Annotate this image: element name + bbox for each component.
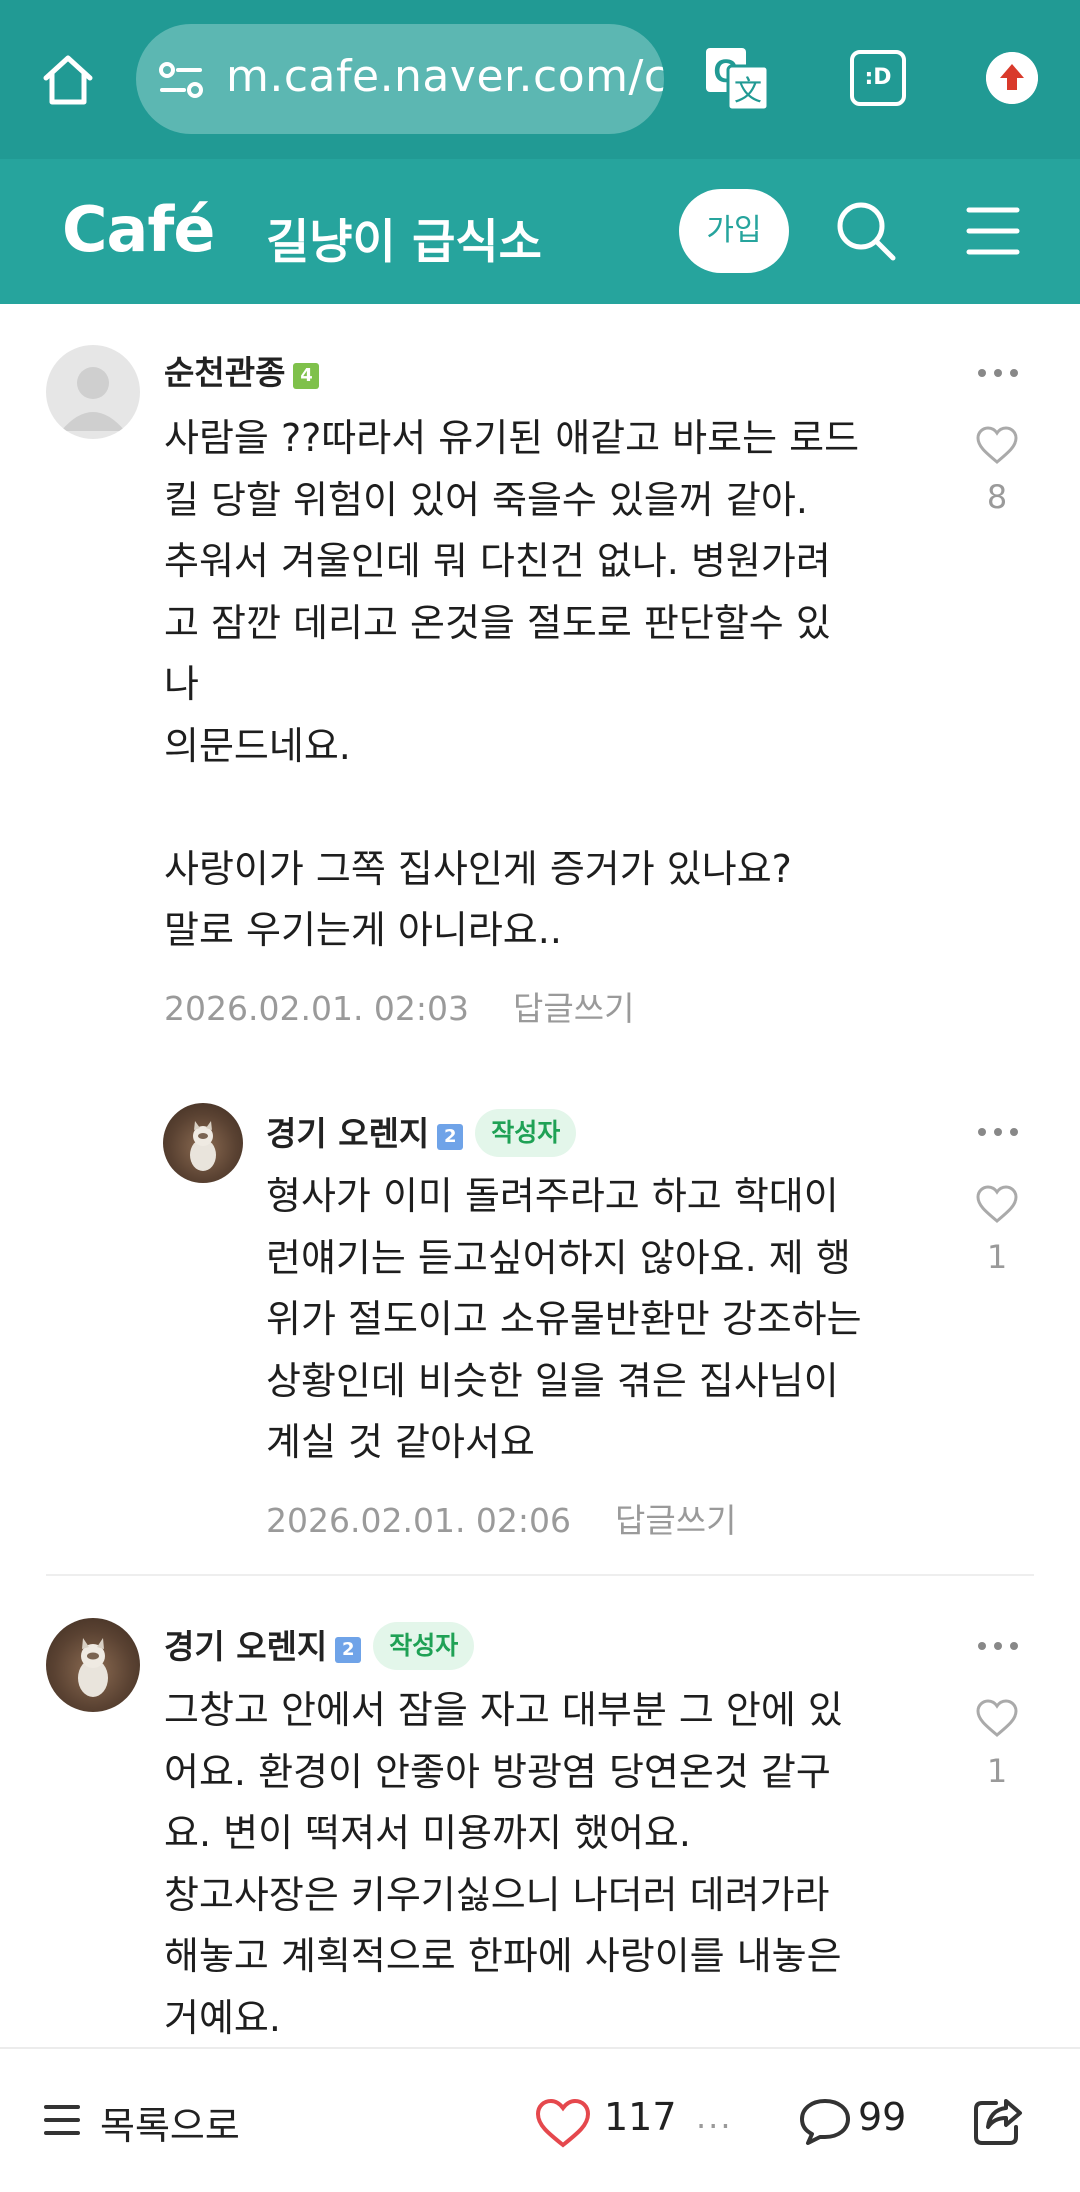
translate-icon[interactable]: G 文 bbox=[702, 44, 772, 114]
comment-line: 고 잠깐 데리고 온것을 절도로 판단할수 있 bbox=[164, 600, 831, 645]
timestamp: 2026.02.01. 02:03 bbox=[164, 989, 470, 1028]
comment-line: 해놓고 계획적으로 한파에 사랑이를 내놓은 bbox=[164, 1934, 842, 1978]
cat-avatar-image bbox=[190, 1121, 216, 1171]
author-name[interactable]: 경기 오렌지 bbox=[164, 1627, 327, 1666]
comment-total: 99 bbox=[858, 2095, 907, 2139]
reply-button[interactable]: 답글쓰기 bbox=[615, 1501, 736, 1540]
comment-line bbox=[164, 777, 824, 839]
like-count: 1 bbox=[986, 1238, 1008, 1276]
avatar[interactable] bbox=[46, 345, 140, 439]
site-settings-icon[interactable] bbox=[158, 60, 204, 100]
like-total: 117 bbox=[604, 2095, 677, 2139]
list-icon[interactable] bbox=[44, 2103, 80, 2137]
comment-author[interactable]: 경기 오렌지 2 작성자 bbox=[164, 1620, 475, 1670]
writer-badge: 작성자 bbox=[373, 1622, 475, 1670]
comment-line: 거예요. bbox=[164, 1995, 281, 2040]
author-name[interactable]: 경기 오렌지 bbox=[266, 1114, 429, 1153]
like-count: 1 bbox=[986, 1752, 1008, 1790]
cafe-name[interactable]: 길냥이 급식소 bbox=[266, 203, 542, 272]
more-dots-icon[interactable]: ··· bbox=[696, 2107, 733, 2145]
comment-line: 말로 우기는게 아니라요.. bbox=[164, 908, 562, 952]
comment-line: 나 bbox=[164, 662, 199, 706]
tab-switcher-button[interactable]: :D bbox=[850, 50, 906, 106]
cafe-logo[interactable]: Café bbox=[62, 193, 215, 266]
update-icon[interactable] bbox=[986, 52, 1038, 104]
address-bar[interactable]: m.cafe.naver.com/c bbox=[136, 24, 664, 134]
comment-meta: 2026.02.01. 02:03 답글쓰기 bbox=[164, 982, 634, 1030]
comment-line: 요. 변이 떡져서 미용까지 했어요. bbox=[164, 1811, 691, 1855]
more-options-icon[interactable] bbox=[976, 1125, 1020, 1139]
heart-icon[interactable] bbox=[975, 1698, 1019, 1738]
writer-badge: 작성자 bbox=[475, 1109, 577, 1157]
join-button[interactable]: 가입 bbox=[679, 189, 789, 273]
comment-line: 사랑이가 그쪽 집사인게 증거가 있나요? bbox=[164, 846, 792, 891]
home-icon[interactable] bbox=[38, 50, 98, 110]
comment-line: 추워서 겨울인데 뭐 다친건 없나. 병원가려 bbox=[164, 539, 831, 583]
comment-bubble-icon[interactable] bbox=[798, 2097, 852, 2147]
level-badge: 4 bbox=[293, 363, 320, 389]
comment-line: 그창고 안에서 잠을 자고 대부분 그 안에 있 bbox=[164, 1688, 843, 1732]
comment-meta: 2026.02.01. 02:06 답글쓰기 bbox=[266, 1494, 736, 1542]
heart-icon[interactable] bbox=[975, 1184, 1019, 1224]
comment-body: 사람을 ??따라서 유기된 애같고 바로는 로드 킬 당할 위험이 있어 죽을수… bbox=[164, 408, 860, 962]
avatar[interactable] bbox=[46, 1618, 140, 1712]
comment-divider bbox=[46, 1574, 1034, 1576]
menu-icon[interactable] bbox=[966, 205, 1020, 257]
share-icon[interactable] bbox=[970, 2093, 1026, 2149]
author-name[interactable]: 순천관종 bbox=[164, 353, 285, 392]
comment-author[interactable]: 순천관종 4 bbox=[164, 346, 320, 394]
more-options-icon[interactable] bbox=[976, 366, 1020, 380]
comment-line: 창고사장은 키우기싫으니 나더러 데려가라 bbox=[164, 1872, 830, 1917]
like-count: 8 bbox=[986, 478, 1008, 516]
url-text[interactable]: m.cafe.naver.com/c bbox=[226, 51, 664, 102]
comment-line: 런얘기는 듣고싶어하지 않아요. 제 행 bbox=[266, 1235, 851, 1280]
level-badge: 2 bbox=[335, 1637, 362, 1663]
comment-line: 상황인데 비슷한 일을 겪은 집사님이 bbox=[266, 1358, 839, 1403]
comment-line: 형사가 이미 돌려주라고 하고 학대이 bbox=[266, 1174, 839, 1218]
comment-body: 그창고 안에서 잠을 자고 대부분 그 안에 있 어요. 환경이 안좋아 방광염… bbox=[164, 1680, 843, 2049]
avatar[interactable] bbox=[163, 1103, 243, 1183]
comment-body: 형사가 이미 돌려주라고 하고 학대이 런얘기는 듣고싶어하지 않아요. 제 행… bbox=[266, 1166, 926, 1474]
heart-icon[interactable] bbox=[975, 425, 1019, 465]
default-avatar-icon bbox=[61, 367, 125, 431]
more-options-icon[interactable] bbox=[976, 1639, 1020, 1653]
svg-text:文: 文 bbox=[734, 74, 762, 107]
comment-line: 의문드네요. bbox=[164, 723, 351, 768]
cafe-header: Café 길냥이 급식소 가입 bbox=[0, 159, 1080, 304]
timestamp: 2026.02.01. 02:06 bbox=[266, 1501, 572, 1540]
search-icon[interactable] bbox=[834, 199, 898, 263]
comment-author[interactable]: 경기 오렌지 2 작성자 bbox=[266, 1107, 577, 1157]
comment-line: 킬 당할 위험이 있어 죽을수 있을꺼 같아. bbox=[164, 477, 808, 522]
heart-icon[interactable] bbox=[534, 2097, 592, 2149]
comment-line: 사람을 ??따라서 유기된 애같고 바로는 로드 bbox=[164, 416, 860, 460]
browser-toolbar: m.cafe.naver.com/c G 文 :D bbox=[0, 0, 1080, 159]
comment-line: 어요. 환경이 안좋아 방광염 당연온것 같구 bbox=[164, 1749, 831, 1794]
cat-avatar-image bbox=[78, 1638, 108, 1697]
back-to-list-button[interactable]: 목록으로 bbox=[100, 2095, 240, 2150]
bottom-action-bar: 목록으로 117 ··· 99 bbox=[0, 2047, 1080, 2192]
comment-line: 위가 절도이고 소유물반환만 강조하는 bbox=[266, 1297, 862, 1341]
reply-button[interactable]: 답글쓰기 bbox=[513, 989, 634, 1028]
level-badge: 2 bbox=[437, 1124, 464, 1150]
comment-line: 계실 것 같아서요 bbox=[266, 1420, 535, 1464]
